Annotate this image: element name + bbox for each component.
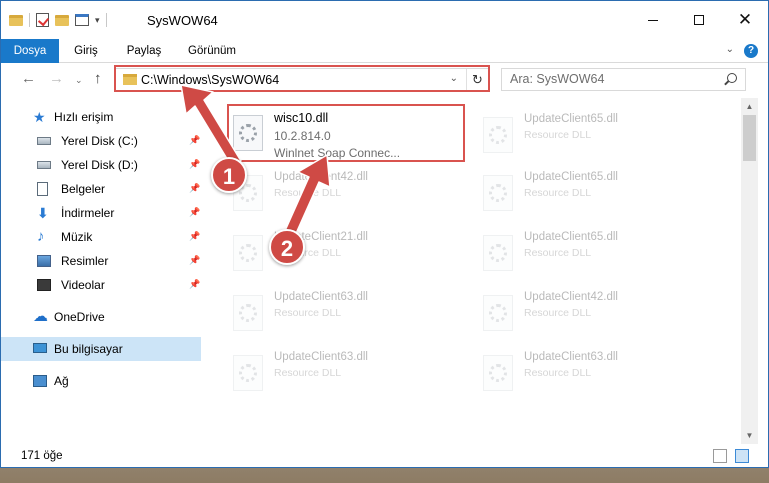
explorer-window: ▾ SysWOW64 ✕ Dosya Giriş Paylaş Görünüm … <box>0 0 769 468</box>
arrow-1 <box>180 84 242 168</box>
annotation-arrows <box>180 84 331 239</box>
step-badge-1: 1 <box>211 157 247 193</box>
step-badge-2: 2 <box>269 229 305 265</box>
arrow-2 <box>283 154 331 239</box>
